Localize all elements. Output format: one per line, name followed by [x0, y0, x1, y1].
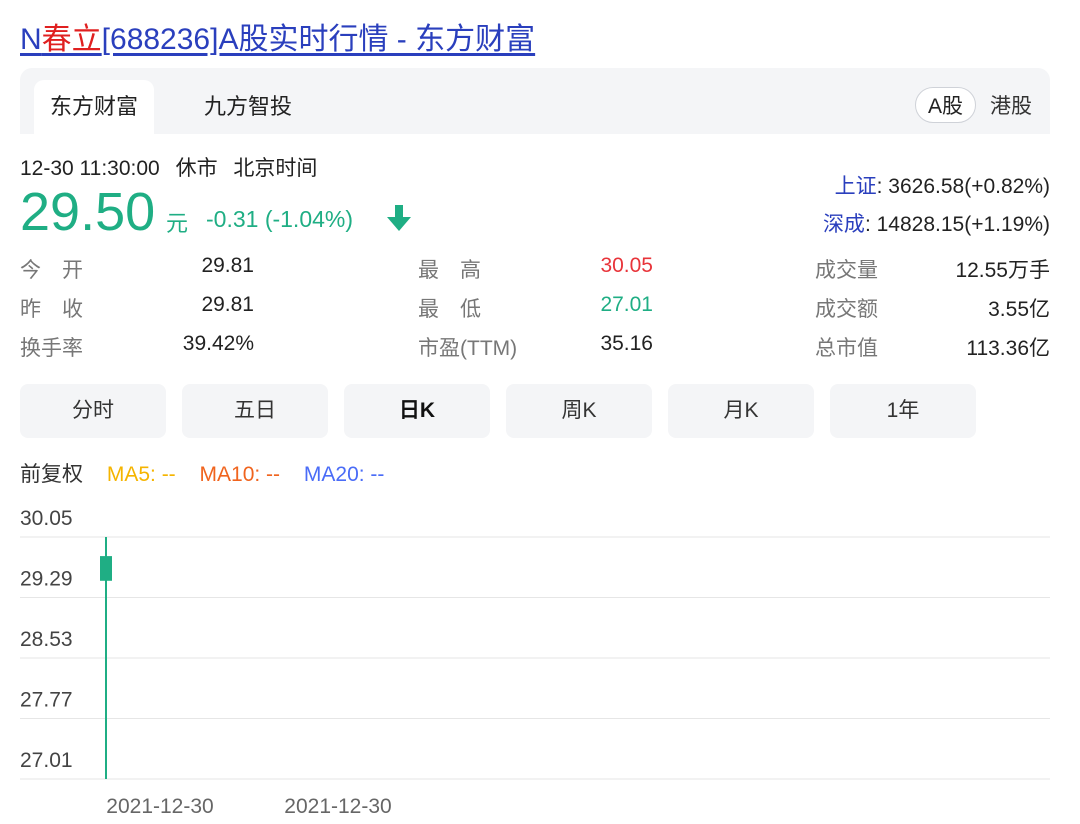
candle-body [100, 556, 112, 581]
y-tick-label: 27.01 [20, 749, 73, 772]
y-tick-label: 27.77 [20, 689, 73, 712]
y-tick-label: 28.53 [20, 628, 73, 651]
y-tick-label: 30.05 [20, 507, 73, 530]
y-tick-label: 29.29 [20, 568, 73, 591]
x-tick-label: 2021-12-30 [106, 795, 213, 818]
kline-chart: 30.05 29.29 28.53 27.77 27.01 2021-12-30 2021-… [20, 507, 1050, 818]
x-tick-label: 2021-12-30 [284, 795, 391, 818]
